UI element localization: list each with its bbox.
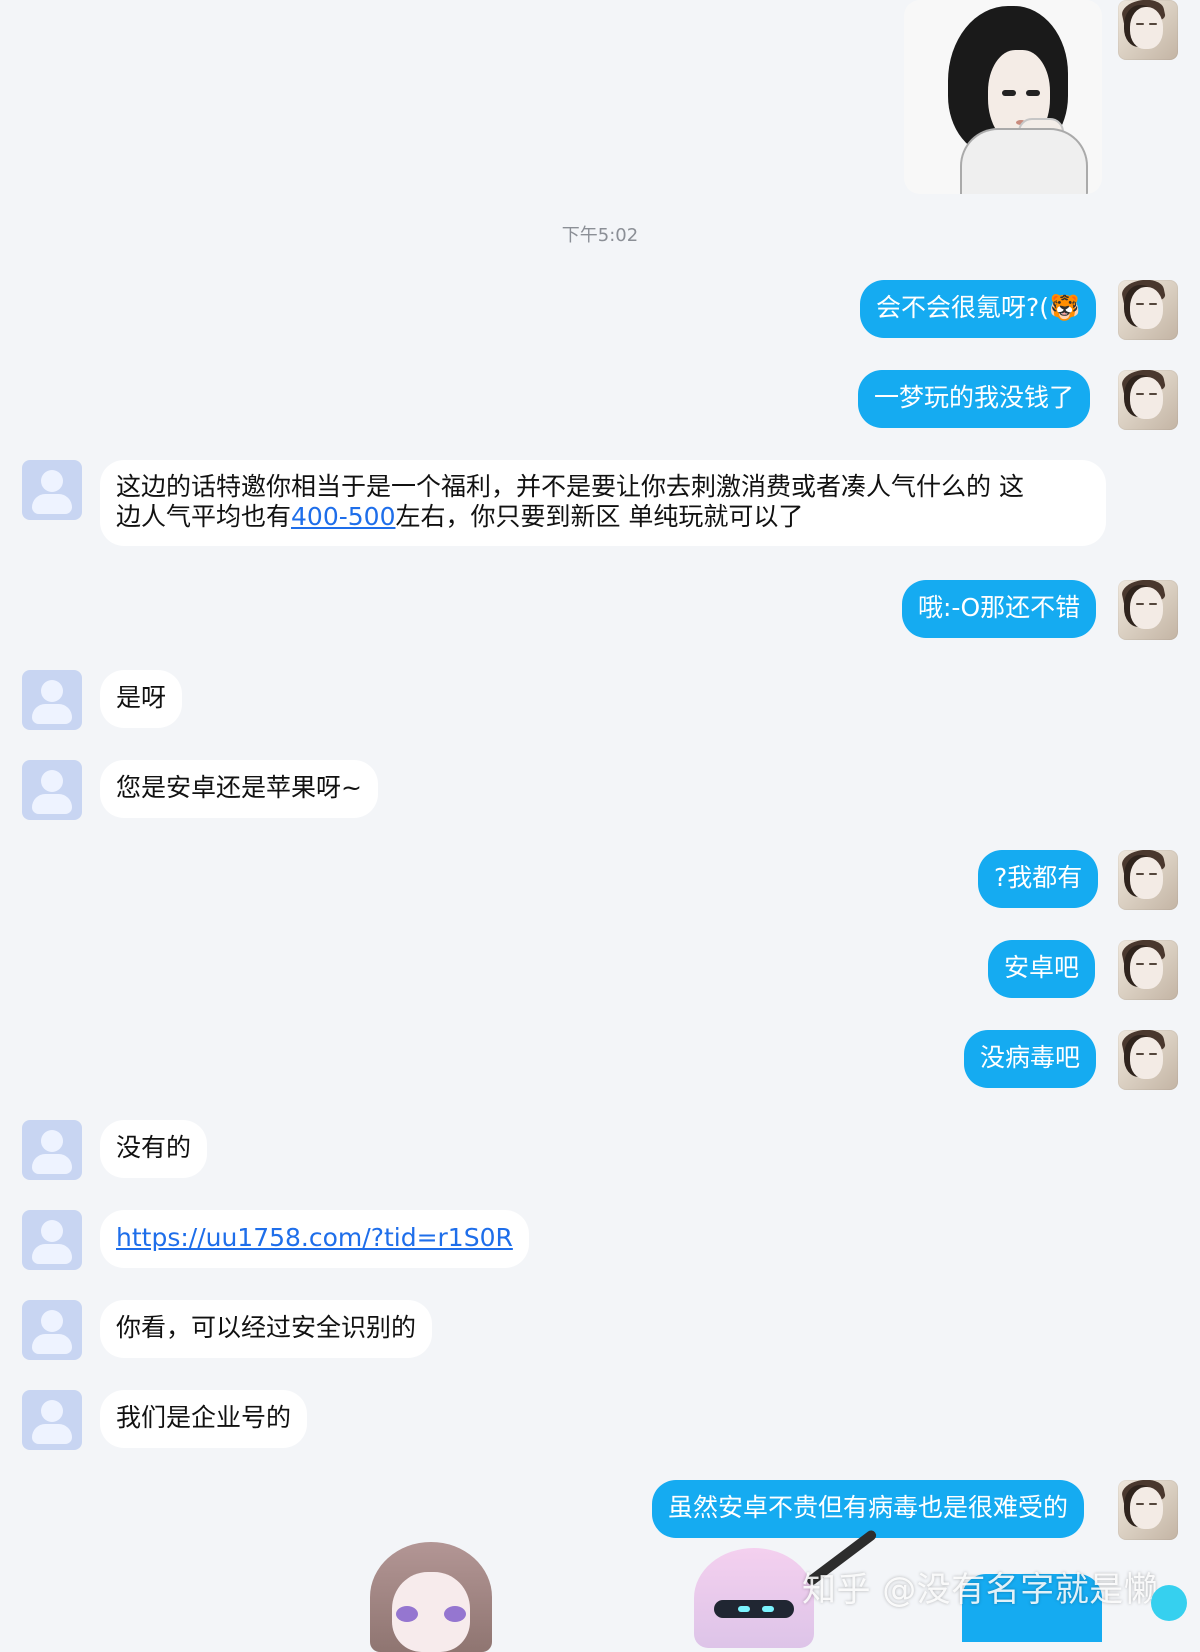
my-avatar[interactable] xyxy=(1118,1030,1178,1090)
portrait-avatar-icon xyxy=(1130,587,1163,629)
other-avatar[interactable] xyxy=(22,460,82,520)
illustrated-woman-image xyxy=(904,0,1102,194)
other-avatar[interactable] xyxy=(22,1210,82,1270)
other-message-bubble[interactable]: 你看，可以经过安全识别的 xyxy=(100,1300,433,1358)
person-placeholder-icon xyxy=(22,760,82,820)
my-message-bubble[interactable]: 一梦玩的我没钱了 xyxy=(858,370,1091,428)
portrait-avatar-icon xyxy=(1130,857,1163,899)
my-avatar[interactable] xyxy=(1118,580,1178,640)
my-message-bubble[interactable]: 会不会很氪呀?(🐯 xyxy=(860,280,1097,338)
my-message-bubble[interactable]: ?我都有 xyxy=(978,850,1099,908)
other-message-bubble[interactable]: https://uu1758.com/?tid=r1S0R xyxy=(100,1210,529,1268)
message-line-2: 边人气平均也有400-500左右，你只要到新区 单纯玩就可以了 xyxy=(116,502,1090,532)
portrait-avatar-icon xyxy=(1130,1037,1163,1079)
other-message-bubble[interactable]: 这边的话特邀你相当于是一个福利，并不是要让你去刺激消费或者凑人气什么的 这 边人… xyxy=(100,460,1106,546)
my-message-bubble[interactable]: 哦:-O那还不错 xyxy=(902,580,1097,638)
person-placeholder-icon xyxy=(22,1120,82,1180)
number-range-link[interactable]: 400-500 xyxy=(291,502,395,531)
chat-timestamp: 下午5:02 xyxy=(561,225,639,246)
my-avatar[interactable] xyxy=(1118,370,1178,430)
person-placeholder-icon xyxy=(22,1300,82,1360)
message-line-2-suffix: 左右，你只要到新区 单纯玩就可以了 xyxy=(395,502,804,531)
other-message-bubble[interactable]: 没有的 xyxy=(100,1120,208,1178)
my-avatar[interactable] xyxy=(1118,1480,1178,1540)
portrait-avatar-icon xyxy=(1130,287,1163,329)
my-avatar[interactable] xyxy=(1118,850,1178,910)
anime-girl-sticker xyxy=(370,1542,492,1652)
other-message-bubble[interactable]: 我们是企业号的 xyxy=(100,1390,308,1448)
my-avatar[interactable] xyxy=(1118,280,1178,340)
url-link[interactable]: https://uu1758.com/?tid=r1S0R xyxy=(116,1223,513,1252)
other-message-bubble[interactable]: 是呀 xyxy=(100,670,183,728)
message-line-1: 这边的话特邀你相当于是一个福利，并不是要让你去刺激消费或者凑人气什么的 这 xyxy=(116,472,1024,501)
portrait-image-message[interactable] xyxy=(904,0,1102,194)
zhihu-watermark: 知乎 @没有名字就是懒 xyxy=(802,1570,1159,1610)
my-message-bubble[interactable]: 没病毒吧 xyxy=(964,1030,1097,1088)
chat-window: 下午5:02 会不会很氪呀?(🐯 一梦玩的我没钱了 这边的话特邀你相当于是一个福… xyxy=(0,0,1200,1652)
other-avatar[interactable] xyxy=(22,670,82,730)
masked-character-sticker xyxy=(694,1548,814,1648)
blue-dot-icon xyxy=(1151,1585,1187,1621)
person-placeholder-icon xyxy=(22,1210,82,1270)
person-placeholder-icon xyxy=(22,460,82,520)
other-avatar[interactable] xyxy=(22,760,82,820)
other-avatar[interactable] xyxy=(22,1120,82,1180)
person-placeholder-icon xyxy=(22,1390,82,1450)
portrait-avatar-icon xyxy=(1130,1487,1163,1529)
my-avatar[interactable] xyxy=(1118,0,1178,60)
portrait-avatar-icon xyxy=(1130,7,1163,49)
person-placeholder-icon xyxy=(22,670,82,730)
portrait-avatar-icon xyxy=(1130,377,1163,419)
other-avatar[interactable] xyxy=(22,1390,82,1450)
other-avatar[interactable] xyxy=(22,1300,82,1360)
my-avatar[interactable] xyxy=(1118,940,1178,1000)
other-message-bubble[interactable]: 您是安卓还是苹果呀~ xyxy=(100,760,378,818)
my-message-bubble[interactable]: 安卓吧 xyxy=(988,940,1096,998)
message-line-2-prefix: 边人气平均也有 xyxy=(116,502,292,531)
portrait-avatar-icon xyxy=(1130,947,1163,989)
my-message-bubble[interactable]: 虽然安卓不贵但有病毒也是很难受的 xyxy=(652,1480,1085,1538)
